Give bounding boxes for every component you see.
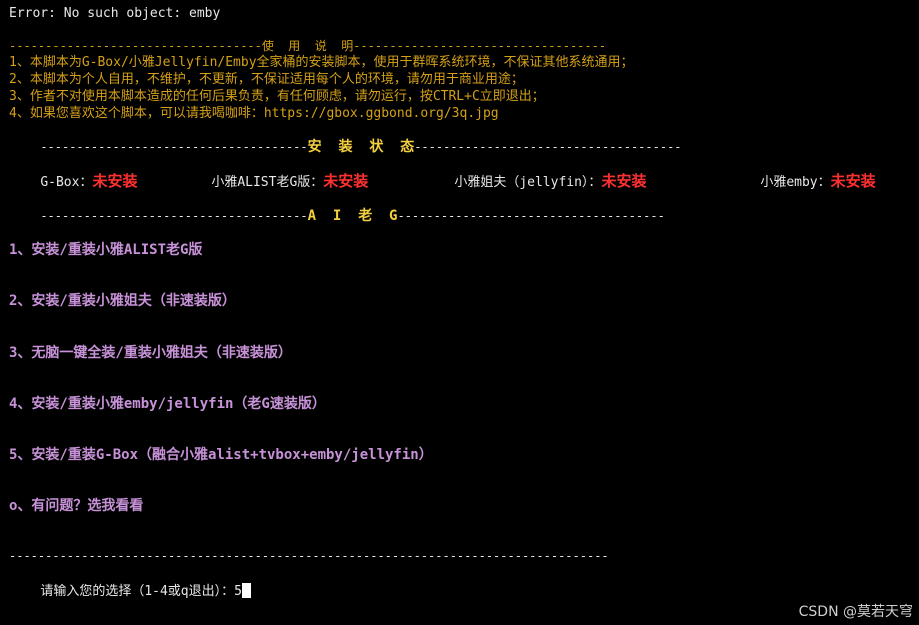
aig-header-right-rule: ------------------------------------- <box>397 209 665 223</box>
status-alist-label: 小雅ALIST老G版： <box>211 175 324 190</box>
menu-item-3: 3、无脑一键全装/重装小雅姐夫（非速装版） <box>9 345 292 361</box>
usage-header: -----------------------------------使 用 说… <box>9 39 607 53</box>
status-header-right-rule: ------------------------------------- <box>414 140 682 154</box>
usage-line-2: 2、本脚本为个人自用，不维护，不更新，不保证适用每个人的环境，请勿用于商业用途； <box>9 72 524 87</box>
usage-line-3: 3、作者不对使用本脚本造成的任何后果负责，有任何顾虑，请勿运行，按CTRL+C立… <box>9 89 545 104</box>
error-line: Error: No such object: emby <box>9 6 221 21</box>
aig-header-title: A I 老 G <box>307 208 398 224</box>
menu-item-5: 5、安装/重装G-Box（融合小雅alist+tvbox+emby/jellyf… <box>9 447 433 463</box>
input-prompt-line[interactable]: 请输入您的选择（1-4或q退出）：5 <box>9 567 251 616</box>
status-jellyfin-value: 未安装 <box>601 172 647 190</box>
status-emby: 小雅emby：未安装 <box>729 157 876 207</box>
status-header-title: 安 装 状 态 <box>307 139 415 155</box>
bottom-rule: ----------------------------------------… <box>9 549 609 563</box>
aig-header: -------------------------------------A I… <box>9 192 665 241</box>
menu-item-4: 4、安装/重装小雅emby/jellyfin（老G速装版） <box>9 396 326 412</box>
cursor-block <box>241 583 251 598</box>
status-emby-value: 未安装 <box>830 172 876 190</box>
menu-item-o: o、有问题？选我看看 <box>9 498 144 514</box>
input-prompt[interactable]: 请输入您的选择（1-4或q退出）：5 <box>40 584 242 599</box>
watermark: CSDN @莫若天穹 <box>798 604 913 620</box>
usage-line-4: 4、如果您喜欢这个脚本，可以请我喝咖啡：https://gbox.ggbond.… <box>9 106 499 121</box>
status-alist-value: 未安装 <box>323 172 369 190</box>
status-header-left-rule: ------------------------------------- <box>40 140 308 154</box>
usage-line-1: 1、本脚本为G-Box/小雅Jellyfin/Emby全家桶的安装脚本，使用于群… <box>9 55 634 70</box>
status-jellyfin-label: 小雅姐夫（jellyfin）： <box>454 175 602 190</box>
status-gbox-value: 未安装 <box>92 172 138 190</box>
aig-header-left-rule: ------------------------------------- <box>40 209 308 223</box>
menu-item-2: 2、安装/重装小雅姐夫（非速装版） <box>9 293 236 309</box>
status-emby-label: 小雅emby： <box>760 175 831 190</box>
status-gbox-label: G-Box： <box>40 175 93 190</box>
menu-item-1: 1、安装/重装小雅ALIST老G版 <box>9 242 203 258</box>
terminal-window[interactable]: Error: No such object: emby ------------… <box>0 0 919 625</box>
